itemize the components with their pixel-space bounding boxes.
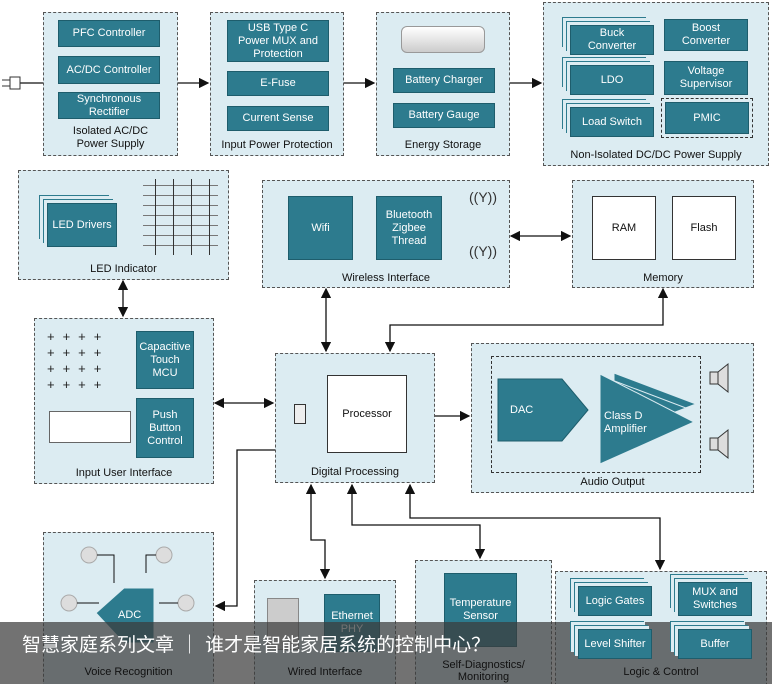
battery-icon xyxy=(401,26,485,53)
led-indicator-panel: LED Drivers LED Indicator xyxy=(18,170,229,280)
load-switch: Load Switch xyxy=(570,107,654,137)
keypad-icon xyxy=(49,411,131,443)
current-sense: Current Sense xyxy=(227,106,329,131)
level-shifter: Level Shifter xyxy=(578,629,652,659)
panel-title: Energy Storage xyxy=(404,139,482,151)
bluetooth-zigbee-thread: Bluetooth Zigbee Thread xyxy=(376,196,442,260)
pmic: PMIC xyxy=(665,102,749,134)
led-drivers: LED Drivers xyxy=(47,203,117,247)
panel-title: Self-Diagnostics/ Monitoring xyxy=(442,659,525,683)
panel-title: Audio Output xyxy=(580,476,645,488)
non-isolated-panel: Buck Converter Boost Converter LDO Volta… xyxy=(543,2,769,166)
voltage-supervisor: Voltage Supervisor xyxy=(664,61,748,95)
usb-type-c-mux: USB Type C Power MUX and Protection xyxy=(227,20,329,62)
wifi: Wifi xyxy=(288,196,353,260)
processor: Processor xyxy=(327,375,407,453)
panel-title: Logic & Control xyxy=(623,666,699,678)
e-fuse: E-Fuse xyxy=(227,71,329,96)
pfc-controller: PFC Controller xyxy=(58,20,160,47)
wireless-panel: Wifi Bluetooth Zigbee Thread ((Y)) ((Y))… xyxy=(262,180,510,288)
input-ui-panel: ++++ ++++ ++++ ++++ Capacitive Touch MCU Pu… xyxy=(34,318,214,484)
adc-label: ADC xyxy=(118,609,142,621)
dac-label: DAC xyxy=(510,404,534,416)
flash: Flash xyxy=(672,196,736,260)
capacitive-touch-mcu: Capacitive Touch MCU xyxy=(136,331,194,389)
panel-title: Input Power Protection xyxy=(221,139,333,151)
panel-title: Digital Processing xyxy=(310,466,400,478)
panel-title: Input User Interface xyxy=(75,467,173,479)
panel-title: Wireless Interface xyxy=(341,272,431,284)
synchronous-rectifier: Synchronous Rectifier xyxy=(58,92,160,119)
battery-gauge: Battery Gauge xyxy=(393,103,495,128)
panel-title: Wired Interface xyxy=(287,666,363,678)
touch-grid-icon: ++++ ++++ ++++ ++++ xyxy=(47,329,110,392)
acdc-controller: AC/DC Controller xyxy=(58,56,160,84)
antenna-icon: ((Y)) xyxy=(469,189,497,205)
buffer: Buffer xyxy=(678,629,752,659)
panel-title: Non-Isolated DC/DC Power Supply xyxy=(570,149,742,161)
panel-title: Isolated AC/DC Power Supply xyxy=(72,125,149,150)
smart-home-block-diagram: PFC Controller AC/DC Controller Synchron… xyxy=(0,0,772,684)
panel-title: LED Indicator xyxy=(90,263,157,275)
mux-and-switches: MUX and Switches xyxy=(678,582,752,616)
panel-title: Voice Recognition xyxy=(84,666,173,678)
antenna-icon: ((Y)) xyxy=(469,243,497,259)
class-d-amplifier-label: Class D Amplifier xyxy=(604,410,647,435)
buck-converter: Buck Converter xyxy=(570,25,654,55)
boost-converter: Boost Converter xyxy=(664,19,748,51)
panel-title: Memory xyxy=(643,272,683,284)
digital-processing-panel: Processor Digital Processing xyxy=(275,353,435,483)
speaker-icon xyxy=(709,362,729,460)
push-button-control: Push Button Control xyxy=(136,398,194,458)
audio-output-panel: DAC Class D Amplifier Audio Output xyxy=(471,343,754,493)
plug-icon xyxy=(2,76,21,90)
ram: RAM xyxy=(592,196,656,260)
logic-gates: Logic Gates xyxy=(578,586,652,616)
memory-panel: RAM Flash Memory xyxy=(572,180,754,288)
ldo: LDO xyxy=(570,65,654,95)
battery-charger: Battery Charger xyxy=(393,68,495,93)
input-power-panel: USB Type C Power MUX and Protection E-Fu… xyxy=(210,12,344,156)
led-array-icon xyxy=(143,179,218,255)
crystal-icon xyxy=(294,404,306,424)
isolated-acdc-panel: PFC Controller AC/DC Controller Synchron… xyxy=(43,12,178,156)
energy-storage-panel: Battery Charger Battery Gauge Energy Sto… xyxy=(376,12,510,156)
